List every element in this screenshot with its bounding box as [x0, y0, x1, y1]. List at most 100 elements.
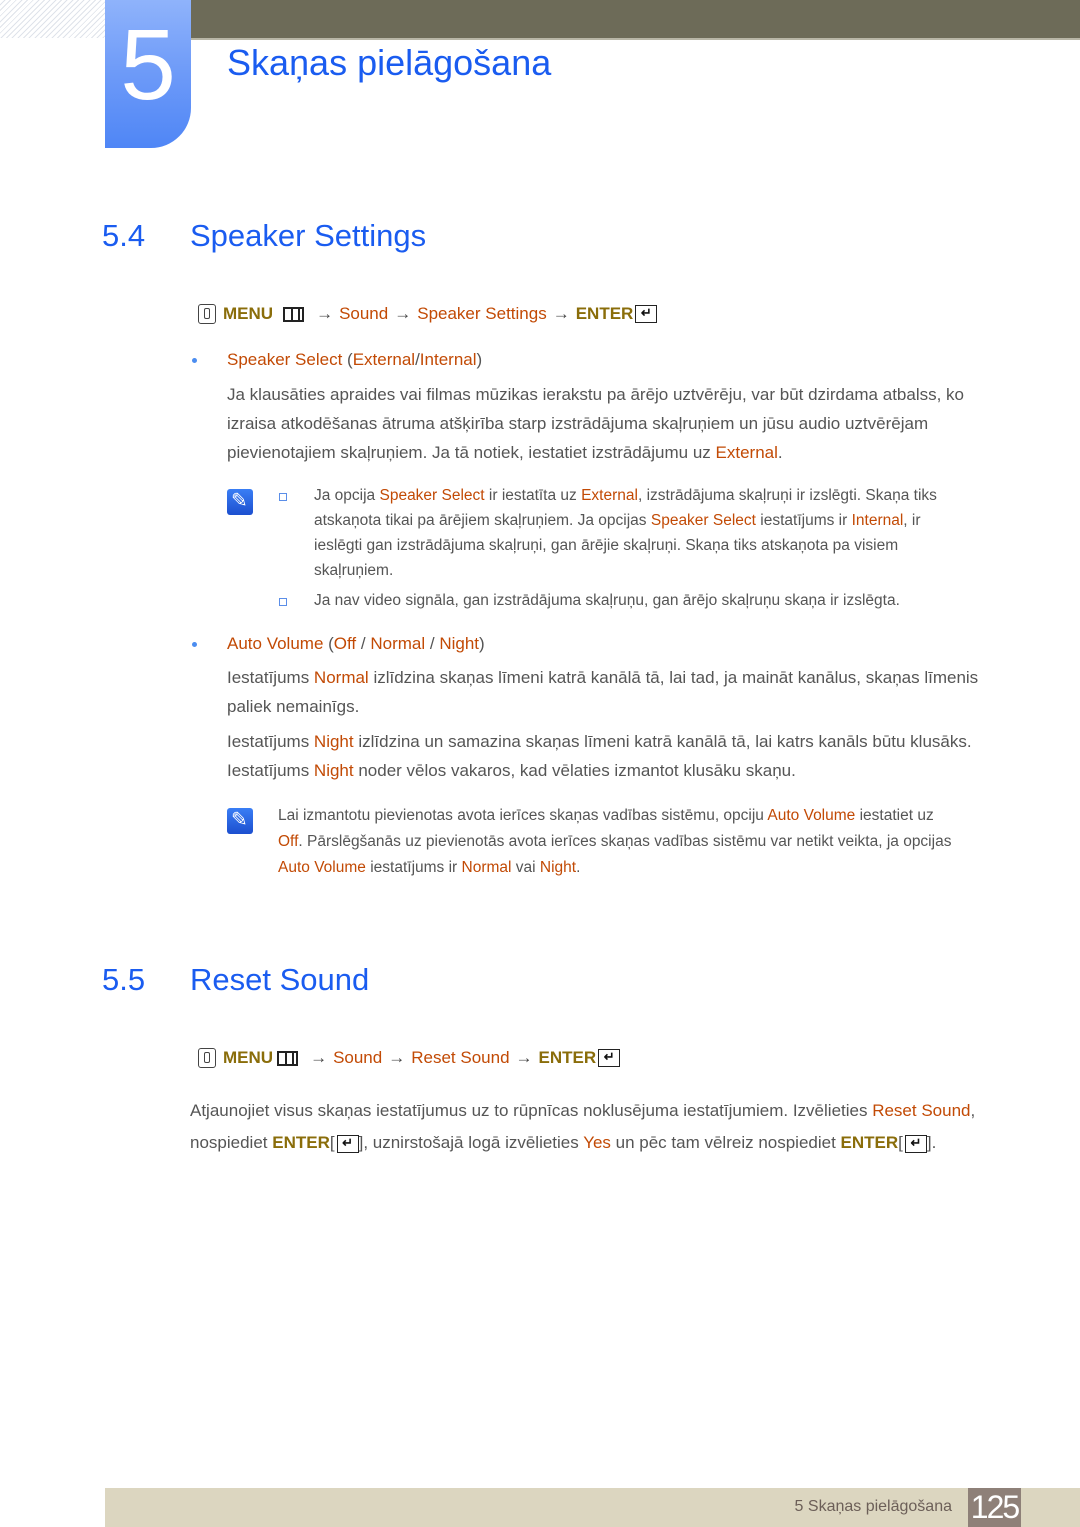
- text: , uznirstošajā logā izvēlieties: [363, 1133, 584, 1152]
- text: nospiediet: [190, 1133, 273, 1152]
- text-line: Atjaunojiet visus skaņas iestatījumus uz…: [190, 1095, 1020, 1127]
- paren: ): [479, 634, 485, 653]
- header-bar: [190, 0, 1080, 40]
- highlight: Auto Volume: [767, 807, 856, 824]
- option-auto-volume: Auto Volume (Off / Normal / Night): [192, 632, 485, 656]
- paren: ): [476, 350, 483, 369]
- arrow-icon: →: [552, 304, 570, 323]
- option-label: Auto Volume: [227, 634, 324, 653]
- menu-step-sound: Sound: [333, 1048, 383, 1067]
- text: pievienotajiem skaļruņiem. Ja tā notiek,…: [227, 443, 716, 462]
- menu-grid-icon: [283, 306, 305, 322]
- text-line: Iestatījums Night noder vēlos vakaros, k…: [227, 756, 1027, 785]
- text: Ja opcija: [314, 487, 380, 504]
- highlight: Yes: [583, 1133, 611, 1152]
- section-heading-5-5: 5.5 Reset Sound: [102, 960, 602, 1000]
- arrow-icon: →: [316, 304, 334, 323]
- text: Iestatījums: [227, 761, 314, 780]
- page-number: 125: [968, 1488, 1021, 1527]
- text-line: Lai izmantotu pievienotas avota ierīces …: [278, 803, 1018, 829]
- text: Iestatījums: [227, 668, 314, 687]
- enter-keyword: ENTER: [538, 1048, 597, 1067]
- chapter-number: 5: [120, 9, 176, 121]
- note-bullet-square: [279, 493, 287, 501]
- text: iestatījums ir: [365, 859, 462, 876]
- reset-sound-description: Atjaunojiet visus skaņas iestatījumus uz…: [190, 1095, 1020, 1159]
- section-title: Reset Sound: [190, 962, 370, 997]
- text: un pēc tam vēlreiz nospiediet: [610, 1133, 841, 1152]
- highlight: Night: [313, 732, 354, 751]
- option-value-internal: Internal: [419, 350, 477, 369]
- text-line: Iestatījums Normal izlīdzina skaņas līme…: [227, 663, 1027, 692]
- page-footer: 5 Skaņas pielāgošana: [105, 1488, 1080, 1527]
- menu-path-reset-sound: MENU → Sound → Reset Sound → ENTER ↵: [198, 1046, 621, 1070]
- header-hatch-pattern: [0, 0, 105, 38]
- text: .: [777, 443, 783, 462]
- enter-keyword: ENTER: [272, 1133, 330, 1152]
- arrow-icon: →: [388, 1048, 406, 1067]
- text-line: ieslēgti gan izstrādājuma skaļruņi, gan …: [314, 537, 899, 554]
- note-pencil-icon: [227, 808, 253, 834]
- text: Lai izmantotu pievienotas avota ierīces …: [278, 807, 768, 824]
- option-speaker-select: Speaker Select (External/Internal): [192, 348, 483, 372]
- text: , ir: [903, 512, 921, 529]
- highlight: Reset Sound: [872, 1101, 971, 1120]
- highlight: Normal: [313, 668, 369, 687]
- menu-step-reset-sound: Reset Sound: [411, 1048, 510, 1067]
- footer-chapter-label: 5 Skaņas pielāgošana: [794, 1498, 952, 1515]
- enter-keyword: ENTER: [840, 1133, 899, 1152]
- menu-keyword: MENU: [223, 1048, 274, 1067]
- option-value-external: External: [352, 350, 416, 369]
- text: .: [576, 859, 581, 876]
- chapter-title: Skaņas pielāgošana: [227, 42, 552, 83]
- enter-icon: ↵: [336, 1134, 359, 1153]
- text-line: Iestatījums Night izlīdzina un samazina …: [227, 727, 1027, 756]
- text: noder vēlos vakaros, kad vēlaties izmant…: [353, 761, 796, 780]
- section-number: 5.5: [102, 962, 146, 997]
- bullet-dot: [192, 358, 197, 363]
- highlight: Speaker Select: [379, 487, 485, 504]
- section-title: Speaker Settings: [190, 218, 427, 253]
- menu-path-speaker-settings: MENU → Sound → Speaker Settings → ENTER …: [198, 302, 658, 326]
- text-line: Ja opcija Speaker Select ir iestatīta uz…: [314, 483, 1014, 508]
- section-heading-5-4: 5.4 Speaker Settings: [102, 216, 602, 256]
- highlight: Internal: [851, 512, 904, 529]
- menu-step-sound: Sound: [339, 304, 389, 323]
- option-label: Speaker Select: [227, 350, 343, 369]
- text-line: paliek nemainīgs.: [227, 697, 360, 716]
- auto-volume-night-description: Iestatījums Night izlīdzina un samazina …: [227, 727, 1027, 785]
- text: Atjaunojiet visus skaņas iestatījumus uz…: [190, 1101, 873, 1120]
- highlight: Normal: [461, 859, 512, 876]
- text-line: izraisa atkodēšanas ātruma atšķirība sta…: [227, 414, 929, 433]
- arrow-icon: →: [394, 304, 412, 323]
- text: , izstrādājuma skaļruņi ir izslēgti. Ska…: [637, 487, 937, 504]
- section-number: 5.4: [102, 218, 146, 253]
- speaker-select-note-2: Ja nav video signāla, gan izstrādājuma s…: [314, 592, 900, 609]
- text-line: skaļruņiem.: [314, 562, 394, 579]
- menu-keyword: MENU: [223, 304, 274, 323]
- enter-keyword: ENTER: [575, 304, 634, 323]
- enter-icon: ↵: [598, 1049, 621, 1067]
- menu-step-speaker-settings: Speaker Settings: [417, 304, 547, 323]
- text-line: nospiediet ENTER[↵], uznirstošajā logā i…: [190, 1127, 1020, 1159]
- arrow-icon: →: [515, 1048, 533, 1067]
- text-line: Off. Pārslēgšanās uz pievienotās avota i…: [278, 829, 1018, 855]
- text: . Pārslēgšanās uz pievienotās avota ierī…: [298, 833, 952, 850]
- speaker-select-note-1: Ja opcija Speaker Select ir iestatīta uz…: [314, 483, 1014, 583]
- menu-grid-icon: [277, 1050, 299, 1066]
- text: atskaņota tikai pa ārējiem skaļruņiem. J…: [314, 512, 651, 529]
- highlight: Night: [313, 761, 354, 780]
- highlight: External: [581, 487, 638, 504]
- bracket: [: [329, 1133, 335, 1152]
- paren: (: [323, 634, 334, 653]
- highlight: External: [715, 443, 778, 462]
- highlight: Off: [278, 833, 299, 850]
- highlight: Speaker Select: [650, 512, 756, 529]
- chapter-number-tab: 5: [105, 0, 191, 148]
- highlight: Night: [539, 859, 577, 876]
- highlight: Auto Volume: [278, 859, 366, 876]
- text-line: atskaņota tikai pa ārējiem skaļruņiem. J…: [314, 508, 1014, 533]
- text: iestatiet uz: [855, 807, 934, 824]
- bullet-dot: [192, 642, 197, 647]
- note-bullet-square: [279, 598, 287, 606]
